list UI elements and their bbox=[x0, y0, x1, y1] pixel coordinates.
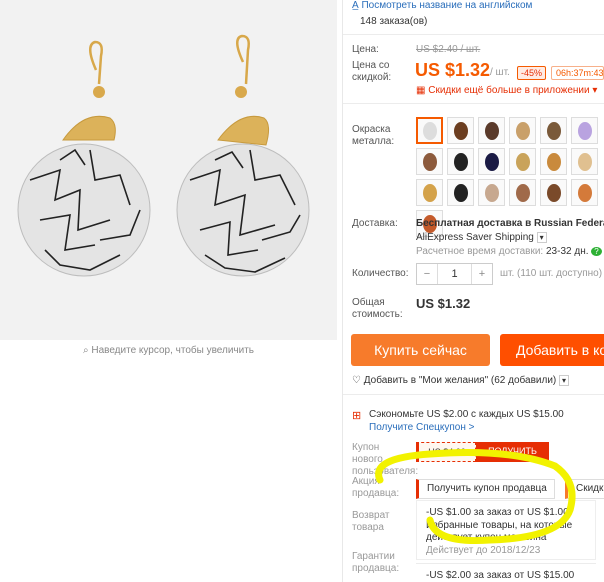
color-option[interactable] bbox=[540, 117, 567, 144]
app-discount-row[interactable]: ▦ Скидки ещё больше в приложении ▾ bbox=[416, 85, 597, 96]
color-option[interactable] bbox=[416, 148, 443, 175]
wishlist-text: Добавить в "Мои желания" (62 добавили) bbox=[363, 375, 557, 386]
color-option[interactable] bbox=[509, 148, 536, 175]
delivery-text: Бесплатная доставка в Russian Federation bbox=[416, 218, 604, 229]
earring-thumbnail-icon bbox=[422, 183, 437, 202]
translate-row: A̲ Посмотреть название на английском bbox=[352, 0, 532, 11]
product-image[interactable] bbox=[0, 0, 337, 340]
chevron-down-icon: ▾ bbox=[536, 232, 547, 243]
delivery-method[interactable]: AliExpress Saver Shipping ▾ bbox=[416, 232, 547, 243]
color-option[interactable] bbox=[540, 148, 567, 175]
earring-thumbnail-icon bbox=[484, 183, 499, 202]
separator bbox=[343, 103, 604, 104]
old-price: US $2.40 / шт. bbox=[416, 44, 481, 55]
special-coupon-link[interactable]: Получите Спецкупон > bbox=[369, 422, 475, 433]
eta-value: 23-32 дн. bbox=[546, 246, 589, 257]
earring-thumbnail-icon bbox=[577, 152, 592, 171]
earring-thumbnail-icon bbox=[546, 152, 561, 171]
quantity-minus-button[interactable]: − bbox=[417, 268, 437, 280]
earring-thumbnail-icon bbox=[515, 121, 530, 140]
color-option[interactable] bbox=[509, 179, 536, 206]
discount-price-label: Цена со скидкой: bbox=[352, 60, 392, 83]
price-unit: / шт. bbox=[490, 67, 510, 78]
buy-now-button[interactable]: Купить сейчас bbox=[351, 334, 490, 366]
earring-thumbnail-icon bbox=[546, 121, 561, 140]
orders-count: 148 заказа(ов) bbox=[360, 16, 428, 27]
eta-label: Расчетное время доставки: bbox=[416, 246, 544, 257]
color-label: Окраска металла: bbox=[352, 124, 395, 147]
separator bbox=[416, 563, 596, 564]
color-option[interactable] bbox=[478, 117, 505, 144]
discount-badge: -45% bbox=[517, 66, 547, 80]
earring-thumbnail-icon bbox=[577, 183, 592, 202]
color-option[interactable] bbox=[571, 148, 598, 175]
color-option[interactable] bbox=[447, 117, 474, 144]
color-option[interactable] bbox=[447, 179, 474, 206]
earring-thumbnail-icon bbox=[515, 152, 530, 171]
earring-thumbnail-icon bbox=[453, 183, 468, 202]
quantity-plus-button[interactable]: + bbox=[472, 268, 492, 280]
earring-thumbnail-icon bbox=[546, 183, 561, 202]
color-option[interactable] bbox=[447, 148, 474, 175]
earring-thumbnail-icon bbox=[453, 152, 468, 171]
color-option[interactable] bbox=[571, 117, 598, 144]
heart-icon: ♡ bbox=[352, 375, 364, 386]
delivery-eta: Расчетное время доставки: 23-32 дн. ? bbox=[416, 246, 602, 257]
total-value: US $1.32 bbox=[416, 296, 471, 311]
zoom-hint: ⌕ Наведите курсор, чтобы увеличить bbox=[82, 345, 255, 356]
app-discount-link: Скидки ещё больше в приложении bbox=[428, 85, 590, 96]
sale-price: US $1.32 bbox=[415, 60, 491, 80]
quantity-label: Количество: bbox=[352, 268, 409, 279]
earring-thumbnail-icon bbox=[484, 152, 499, 171]
earring-thumbnail-icon bbox=[453, 121, 468, 140]
yellow-highlight-annotation bbox=[375, 449, 576, 545]
quantity-available: шт. (110 шт. доступно) bbox=[500, 268, 603, 279]
qr-icon: ▦ bbox=[416, 85, 429, 96]
earring-thumbnail-icon bbox=[422, 121, 437, 140]
coupon2-title: -US $2.00 за заказ от US $15.00 bbox=[426, 570, 575, 581]
chevron-down-icon: ▾ bbox=[589, 85, 598, 96]
translate-link[interactable]: Посмотреть название на английском bbox=[361, 0, 532, 11]
separator bbox=[343, 394, 604, 395]
delivery-method-text: AliExpress Saver Shipping bbox=[416, 232, 534, 243]
color-option[interactable] bbox=[571, 179, 598, 206]
color-option[interactable] bbox=[540, 179, 567, 206]
price-label: Цена: bbox=[352, 44, 379, 55]
translate-icon: A̲ bbox=[352, 0, 359, 11]
quantity-stepper: − 1 + bbox=[416, 263, 493, 285]
color-option[interactable] bbox=[416, 179, 443, 206]
chevron-down-icon: ▾ bbox=[559, 375, 570, 386]
wishlist-row[interactable]: ♡ Добавить в "Мои желания" (62 добавили)… bbox=[352, 375, 570, 386]
color-option[interactable] bbox=[478, 148, 505, 175]
earring-thumbnail-icon bbox=[577, 121, 592, 140]
countdown-timer: 06h:37m:43 bbox=[551, 66, 604, 80]
color-option[interactable] bbox=[509, 117, 536, 144]
separator bbox=[343, 34, 604, 35]
help-icon[interactable]: ? bbox=[591, 247, 602, 256]
quantity-input[interactable]: 1 bbox=[437, 264, 472, 284]
earring-thumbnail-icon bbox=[515, 183, 530, 202]
gift-icon: ⊞ bbox=[352, 410, 362, 422]
earring-thumbnail-icon bbox=[422, 152, 437, 171]
earring-thumbnail-icon bbox=[484, 121, 499, 140]
add-to-cart-button[interactable]: Добавить в корзину bbox=[500, 334, 604, 366]
color-option[interactable] bbox=[478, 179, 505, 206]
delivery-label: Доставка: bbox=[352, 218, 398, 229]
total-label: Общая стоимость: bbox=[352, 297, 403, 320]
save-text: Сэкономьте US $2.00 с каждых US $15.00 bbox=[369, 409, 564, 420]
color-option[interactable] bbox=[416, 117, 443, 144]
